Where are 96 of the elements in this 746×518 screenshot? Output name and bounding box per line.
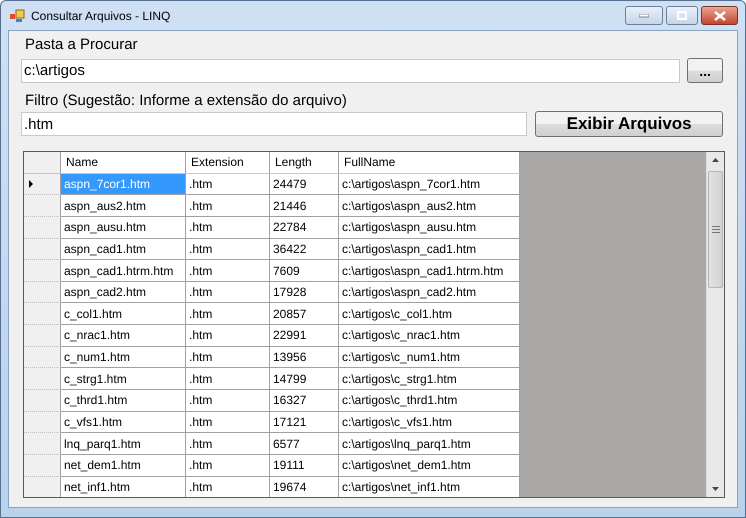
table-cell[interactable]: net_inf1.htm [61,476,186,497]
table-cell[interactable]: 19111 [270,454,339,477]
maximize-button[interactable] [666,6,698,25]
show-files-button[interactable]: Exibir Arquivos [535,111,723,137]
table-cell[interactable]: .htm [186,325,270,347]
scroll-thumb[interactable] [708,171,723,288]
table-cell[interactable]: 14799 [270,368,339,390]
row-header[interactable] [24,195,61,217]
table-cell[interactable]: .htm [186,476,270,497]
corner-header[interactable] [24,152,61,174]
table-cell[interactable]: .htm [186,454,270,477]
table-cell[interactable]: .htm [186,174,270,196]
column-header[interactable]: Extension [186,152,270,174]
table-cell[interactable]: c_vfs1.htm [61,412,186,434]
minimize-button[interactable] [625,6,663,25]
table-cell[interactable]: c:\artigos\aspn_aus2.htm [339,195,520,217]
table-cell[interactable]: lnq_parq1.htm [61,433,186,455]
table-cell[interactable]: 17928 [270,282,339,304]
table-cell[interactable]: c:\artigos\net_dem1.htm [339,454,520,477]
table-cell[interactable]: net_dem1.htm [61,454,186,477]
table-cell[interactable]: 13956 [270,346,339,368]
table-cell[interactable]: 21446 [270,195,339,217]
table-cell[interactable]: 19674 [270,476,339,497]
table-cell[interactable]: .htm [186,303,270,326]
table-cell[interactable]: aspn_cad1.htm [61,238,186,260]
app-icon [9,8,25,22]
row-header[interactable] [24,476,61,497]
table-cell[interactable]: 22991 [270,325,339,347]
table-cell[interactable]: c:\artigos\c_vfs1.htm [339,412,520,434]
table-cell[interactable]: c:\artigos\aspn_cad1.htrm.htm [339,260,520,282]
table-cell[interactable]: 22784 [270,216,339,239]
table-cell[interactable]: .htm [186,346,270,368]
table-cell[interactable]: 20857 [270,303,339,326]
column-header[interactable]: FullName [339,152,520,174]
table-cell[interactable]: aspn_aus2.htm [61,195,186,217]
table-cell[interactable]: 7609 [270,260,339,282]
table-cell[interactable]: c_strg1.htm [61,368,186,390]
table-cell[interactable]: c:\artigos\aspn_cad1.htm [339,238,520,260]
table-cell[interactable]: c_num1.htm [61,346,186,368]
table-cell[interactable]: .htm [186,390,270,412]
row-header[interactable] [24,390,61,412]
column-header[interactable]: Length [270,152,339,174]
close-button[interactable] [701,6,738,25]
table-cell[interactable]: c_nrac1.htm [61,325,186,347]
table-cell[interactable]: aspn_ausu.htm [61,216,186,239]
window-title: Consultar Arquivos - LINQ [31,8,172,22]
table-cell[interactable]: c:\artigos\c_nrac1.htm [339,325,520,347]
column-header[interactable]: Name [61,152,186,174]
vertical-scrollbar[interactable] [706,152,724,497]
row-header[interactable] [24,216,61,239]
row-header[interactable] [24,433,61,455]
table-cell[interactable]: .htm [186,412,270,434]
table-cell[interactable]: .htm [186,195,270,217]
table-cell[interactable]: c:\artigos\c_thrd1.htm [339,390,520,412]
table-cell[interactable]: 36422 [270,238,339,260]
table-cell[interactable]: c_col1.htm [61,303,186,326]
browse-button[interactable]: ... [687,58,723,83]
row-header[interactable] [24,238,61,260]
table-cell[interactable]: aspn_cad1.htrm.htm [61,260,186,282]
table-cell[interactable]: c:\artigos\net_inf1.htm [339,476,520,497]
table-cell[interactable]: c:\artigos\c_strg1.htm [339,368,520,390]
table-cell[interactable]: .htm [186,282,270,304]
row-header[interactable] [24,412,61,434]
table-cell[interactable]: c:\artigos\lnq_parq1.htm [339,433,520,455]
table-cell[interactable]: 16327 [270,390,339,412]
row-header[interactable] [24,303,61,326]
row-header[interactable] [24,174,61,196]
current-row-icon [29,180,33,188]
table-cell[interactable]: .htm [186,260,270,282]
table-cell[interactable]: 17121 [270,412,339,434]
minimize-icon [639,14,649,18]
table-cell[interactable]: c:\artigos\c_num1.htm [339,346,520,368]
table-cell[interactable]: c:\artigos\aspn_ausu.htm [339,216,520,239]
row-header[interactable] [24,282,61,304]
filter-input-field[interactable]: .htm [21,112,528,136]
table-cell[interactable]: aspn_cad2.htm [61,282,186,304]
folder-label: Pasta a Procurar [25,36,139,54]
row-header[interactable] [24,346,61,368]
row-header[interactable] [24,260,61,282]
table-cell[interactable]: .htm [186,216,270,239]
table-cell[interactable]: c:\artigos\c_col1.htm [339,303,520,326]
table-cell[interactable]: .htm [186,368,270,390]
row-header[interactable] [24,368,61,390]
table-cell[interactable]: 24479 [270,174,339,196]
table-cell[interactable]: c_thrd1.htm [61,390,186,412]
table-cell[interactable]: .htm [186,433,270,455]
maximize-icon [677,11,687,20]
row-header[interactable] [24,325,61,347]
table-cell[interactable]: .htm [186,238,270,260]
table-cell[interactable]: 6577 [270,433,339,455]
table-cell[interactable]: c:\artigos\aspn_cad2.htm [339,282,520,304]
folder-input-field[interactable]: c:\artigos [21,58,680,82]
row-header[interactable] [24,454,61,477]
filter-label: Filtro (Sugestão: Informe a extensão do arquivo) [25,92,348,110]
close-icon [714,10,726,20]
table-cell[interactable]: c:\artigos\aspn_7cor1.htm [339,174,520,196]
